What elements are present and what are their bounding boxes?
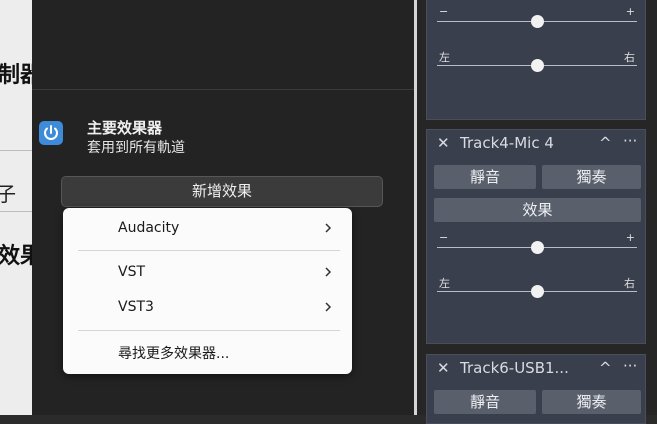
add-effect-menu: Audacity VST VST3 尋找更多效果器... — [63, 208, 352, 374]
collapse-icon[interactable]: ^ — [599, 359, 612, 377]
gain-slider[interactable]: − + — [437, 231, 637, 257]
background-divider — [0, 211, 32, 212]
chevron-right-icon — [325, 223, 332, 233]
menu-divider — [78, 250, 340, 251]
slider-knob[interactable] — [531, 59, 544, 72]
effects-button[interactable]: 效果 — [434, 198, 641, 222]
menu-item-find-more[interactable]: 尋找更多效果器... — [118, 343, 334, 365]
chevron-right-icon — [325, 267, 332, 277]
track-strip: ✕ Track6-USB1... ^ ··· 靜音 獨奏 — [426, 354, 646, 424]
more-icon[interactable]: ··· — [623, 357, 637, 375]
more-icon[interactable]: ··· — [623, 132, 637, 150]
gain-minus-label: − — [439, 5, 449, 18]
power-icon[interactable] — [39, 121, 63, 145]
pan-left-label: 左 — [439, 277, 450, 290]
pan-slider[interactable]: 左 右 — [437, 277, 637, 301]
track-header: ✕ Track6-USB1... ^ ··· — [427, 357, 645, 381]
gain-slider[interactable]: − + — [437, 5, 637, 31]
mute-button[interactable]: 靜音 — [434, 165, 536, 189]
panel-divider — [32, 89, 414, 90]
master-effects-subtitle: 套用到所有軌道 — [87, 140, 185, 156]
menu-item-label: VST — [118, 264, 146, 280]
menu-item-vst3[interactable]: VST3 — [118, 296, 334, 318]
pan-left-label: 左 — [439, 51, 450, 64]
menu-item-label: VST3 — [118, 299, 154, 315]
slider-knob[interactable] — [531, 241, 544, 254]
solo-button[interactable]: 獨奏 — [542, 165, 641, 189]
track-name: Track6-USB1... — [460, 359, 569, 377]
menu-item-audacity[interactable]: Audacity — [118, 217, 334, 239]
track-strip: − + 左 右 — [426, 0, 646, 120]
mute-button[interactable]: 靜音 — [434, 390, 536, 414]
solo-button[interactable]: 獨奏 — [542, 390, 641, 414]
slider-knob[interactable] — [531, 285, 544, 298]
background-text: 子 — [0, 182, 16, 206]
menu-item-vst[interactable]: VST — [118, 261, 334, 283]
track-strip: ✕ Track4-Mic 4 ^ ··· 靜音 獨奏 效果 − + 左 右 — [426, 129, 646, 344]
gain-minus-label: − — [439, 231, 449, 244]
chevron-right-icon — [325, 302, 332, 312]
menu-item-label: Audacity — [118, 220, 180, 236]
mixer-panel: − + 左 右 ✕ Track4-Mic 4 ^ ··· 靜音 獨奏 效果 − … — [417, 0, 657, 424]
menu-divider — [78, 330, 340, 331]
pan-right-label: 右 — [624, 51, 635, 64]
close-icon[interactable]: ✕ — [437, 359, 450, 377]
slider-knob[interactable] — [531, 15, 544, 28]
close-icon[interactable]: ✕ — [437, 134, 450, 152]
pan-right-label: 右 — [624, 277, 635, 290]
track-header: ✕ Track4-Mic 4 ^ ··· — [427, 132, 645, 156]
gain-plus-label: + — [625, 231, 635, 244]
background-window: 制器 子 效果 — [0, 0, 32, 415]
add-effect-button[interactable]: 新增效果 — [61, 176, 383, 207]
background-text: 制器 — [0, 63, 32, 88]
background-text: 效果 — [0, 244, 32, 269]
pan-slider[interactable]: 左 右 — [437, 51, 637, 75]
background-divider — [0, 150, 32, 151]
gain-plus-label: + — [625, 5, 635, 18]
master-effects-title: 主要效果器 — [87, 119, 163, 137]
menu-item-label: 尋找更多效果器... — [118, 346, 230, 362]
collapse-icon[interactable]: ^ — [599, 134, 612, 152]
track-name: Track4-Mic 4 — [460, 134, 554, 152]
